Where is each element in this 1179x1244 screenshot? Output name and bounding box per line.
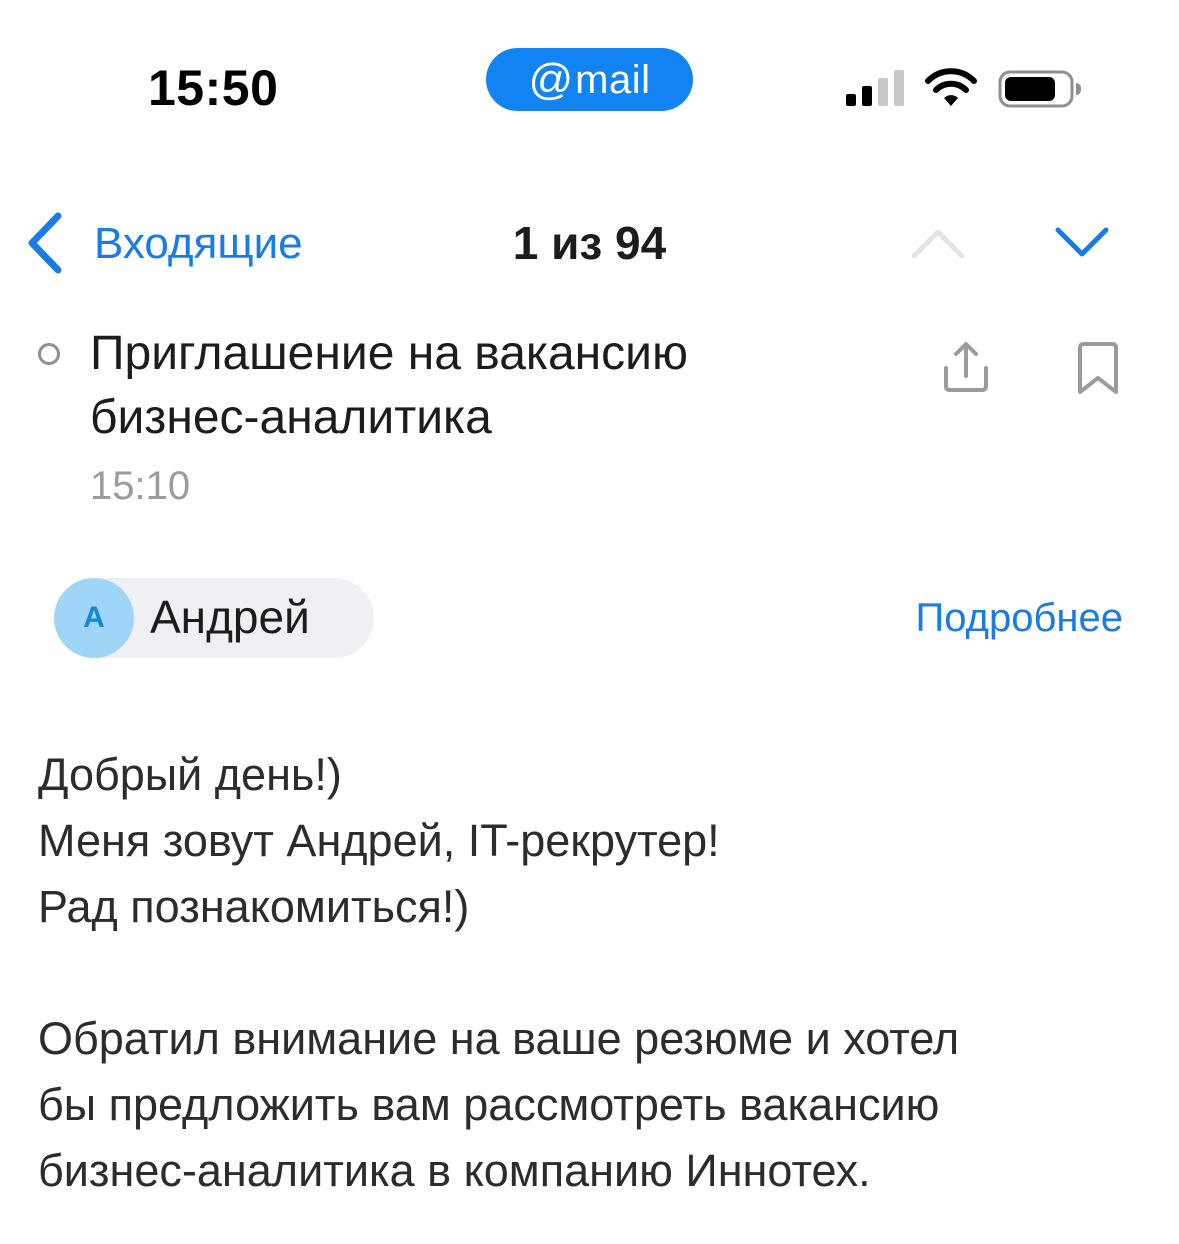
at-sign-icon: @ (528, 54, 574, 104)
message-counter-text: 1 из 94 (512, 217, 667, 269)
mail-app-label: mail (575, 57, 651, 102)
body-line: Обратил внимание на ваше резюме и хотел (38, 1013, 960, 1064)
body-line: Меня зовут Андрей, IT-рекрутер! (38, 815, 720, 866)
body-line: Добрый день!) (38, 749, 342, 800)
message-body-paragraph-1: Добрый день!) Меня зовут Андрей, IT-рекр… (38, 742, 1138, 940)
message-time: 15:10 (90, 464, 191, 508)
message-subject: Приглашение на вакансию бизнес-аналитика (90, 327, 688, 444)
share-icon[interactable] (938, 338, 994, 396)
body-line: бизнес-аналитика в компанию Иннотех. (38, 1145, 871, 1196)
chevron-up-icon[interactable] (910, 224, 966, 260)
message-body-paragraph-2: Обратил внимание на ваше резюме и хотел … (38, 1006, 1138, 1204)
avatar: А (54, 578, 134, 658)
sender-name[interactable]: Андрей (150, 589, 310, 645)
chevron-down-icon[interactable] (1054, 224, 1110, 260)
wifi-icon (925, 68, 977, 106)
unread-marker-icon[interactable] (38, 343, 60, 365)
battery-icon (998, 70, 1081, 108)
bookmark-icon[interactable] (1072, 340, 1124, 398)
status-time: 15:50 (148, 60, 279, 116)
body-line: Рад познакомиться!) (38, 881, 470, 932)
details-link[interactable]: Подробнее (916, 594, 1123, 642)
body-line: бы предложить вам рассмотреть вакансию (38, 1079, 940, 1130)
mail-app-island[interactable]: @ mail (486, 48, 693, 111)
cellular-signal-icon (846, 70, 904, 106)
message-counter: 1 из 94 (0, 216, 1179, 270)
